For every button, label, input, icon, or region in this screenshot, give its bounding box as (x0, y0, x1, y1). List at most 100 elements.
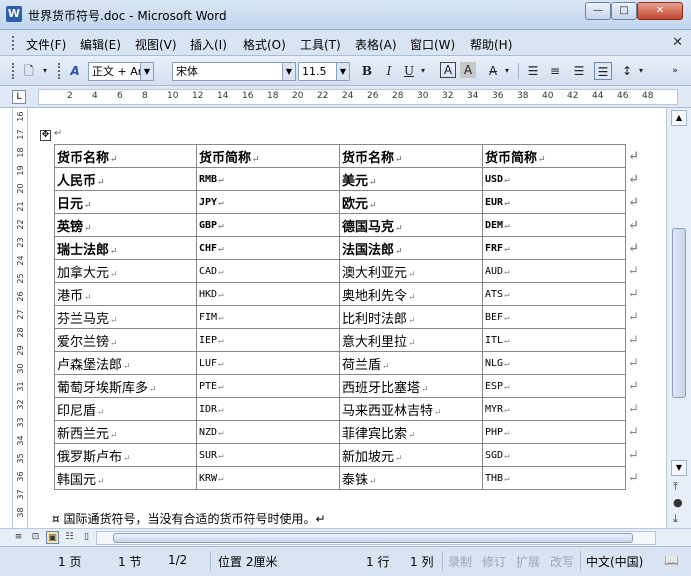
table-cell[interactable]: IDR↵ (196, 397, 340, 421)
table-cell[interactable]: USD↵ (482, 167, 626, 191)
table-cell[interactable]: ITL↵ (482, 328, 626, 352)
table-cell[interactable]: 比利时法郎↵ (339, 305, 483, 329)
horizontal-ruler[interactable]: 2 4 6 8 10 12 14 16 18 20 22 24 26 28 30 32 34 36 38 40 42 44… (38, 89, 678, 105)
minimize-button[interactable]: — (585, 2, 611, 20)
table-cell[interactable]: DEM↵ (482, 213, 626, 237)
underline-button[interactable]: U (400, 62, 418, 80)
table-row[interactable]: 韩国元↵ KRW↵ 泰铢↵ THB↵ ↵ (54, 466, 642, 490)
table-cell[interactable]: FIM↵ (196, 305, 340, 329)
new-document-icon[interactable]: 🗋 (20, 62, 38, 80)
table-row[interactable]: 加拿大元↵ CAD↵ 澳大利亚元↵ AUD↵ ↵ (54, 259, 642, 283)
table-cell[interactable]: HKD↵ (196, 282, 340, 306)
table-cell[interactable]: AUD↵ (482, 259, 626, 283)
bold-button[interactable]: B (358, 62, 376, 80)
align-center-icon[interactable]: ≡ (546, 62, 564, 80)
menu-help[interactable]: 帮助(H) (470, 36, 512, 53)
menu-file[interactable]: 文件(F) (26, 36, 66, 53)
close-document-icon[interactable]: ✕ (672, 35, 683, 50)
horizontal-scrollbar[interactable] (96, 531, 656, 545)
table-row[interactable]: 新西兰元↵ NZD↵ 菲律宾比索↵ PHP↵ ↵ (54, 420, 642, 444)
char-scale-icon[interactable]: A̶ (484, 62, 502, 80)
menu-format[interactable]: 格式(O) (243, 36, 286, 53)
scroll-down-icon[interactable]: ▼ (671, 460, 687, 476)
document-page[interactable]: ✥ ↵ 货币名称↵ 货币简称↵ 货币名称↵ 货币简称↵ ↵ 人民币↵ RMB↵ 美元↵ USD↵… (28, 108, 666, 528)
toolbar-overflow-icon[interactable]: » (668, 62, 682, 80)
table-cell[interactable]: 印尼盾↵ (54, 397, 197, 421)
table-cell[interactable]: 马来西亚林吉特↵ (339, 397, 483, 421)
toolbar-options-icon[interactable]: ▾ (40, 62, 50, 80)
previous-page-icon[interactable]: ⤒ (673, 480, 678, 494)
table-cell[interactable]: 港币↵ (54, 282, 197, 306)
font-size-combo[interactable]: 11.5 ▼ (298, 62, 350, 81)
toolbar-grip-2[interactable] (58, 63, 62, 79)
table-move-handle-icon[interactable]: ✥ (40, 130, 51, 141)
table-row[interactable]: 人民币↵ RMB↵ 美元↵ USD↵ ↵ (54, 167, 642, 191)
table-cell[interactable]: NZD↵ (196, 420, 340, 444)
chevron-down-icon[interactable]: ▼ (336, 63, 349, 80)
table-cell[interactable]: SGD↵ (482, 443, 626, 467)
status-track-changes[interactable]: 修订 (482, 553, 506, 570)
table-cell[interactable]: ESP↵ (482, 374, 626, 398)
table-cell[interactable]: EUR↵ (482, 190, 626, 214)
table-cell[interactable]: 法国法郎↵ (339, 236, 483, 260)
align-left-icon[interactable]: ☰ (524, 62, 542, 80)
table-cell[interactable]: 新加坡元↵ (339, 443, 483, 467)
table-row[interactable]: 爱尔兰镑↵ IEP↵ 意大利里拉↵ ITL↵ ↵ (54, 328, 642, 352)
table-cell[interactable]: 荷兰盾↵ (339, 351, 483, 375)
table-cell[interactable]: CHF↵ (196, 236, 340, 260)
currency-table[interactable]: 货币名称↵ 货币简称↵ 货币名称↵ 货币简称↵ ↵ 人民币↵ RMB↵ 美元↵ USD↵ ↵ 日元↵… (54, 144, 642, 490)
table-cell[interactable]: 日元↵ (54, 190, 197, 214)
outline-view-icon[interactable]: ☷ (63, 531, 76, 544)
table-cell[interactable]: 德国马克↵ (339, 213, 483, 237)
table-cell[interactable]: GBP↵ (196, 213, 340, 237)
table-cell[interactable]: BEF↵ (482, 305, 626, 329)
horizontal-scroll-thumb[interactable] (113, 533, 633, 543)
underline-options-icon[interactable]: ▾ (418, 62, 428, 80)
browse-object-icon[interactable]: ● (673, 496, 683, 509)
table-cell[interactable]: 俄罗斯卢布↵ (54, 443, 197, 467)
table-cell[interactable]: KRW↵ (196, 466, 340, 490)
table-row[interactable]: 葡萄牙埃斯库多↵ PTE↵ 西班牙比塞塔↵ ESP↵ ↵ (54, 374, 642, 398)
status-language[interactable]: 中文(中国) (586, 553, 643, 570)
table-cell[interactable]: 韩国元↵ (54, 466, 197, 490)
table-cell[interactable]: 芬兰马克↵ (54, 305, 197, 329)
table-header-row[interactable]: 货币名称↵ 货币简称↵ 货币名称↵ 货币简称↵ ↵ (54, 144, 642, 168)
table-cell[interactable]: 美元↵ (339, 167, 483, 191)
maximize-button[interactable]: □ (611, 2, 637, 20)
char-shading-icon[interactable]: A (460, 62, 476, 78)
table-cell[interactable]: MYR↵ (482, 397, 626, 421)
table-cell[interactable]: 爱尔兰镑↵ (54, 328, 197, 352)
menu-tools[interactable]: 工具(T) (300, 36, 341, 53)
web-view-icon[interactable]: ⊡ (29, 531, 42, 544)
table-row[interactable]: 瑞士法郎↵ CHF↵ 法国法郎↵ FRF↵ ↵ (54, 236, 642, 260)
table-cell[interactable]: 货币名称↵ (339, 144, 483, 168)
char-scale-options-icon[interactable]: ▾ (502, 62, 512, 80)
italic-button[interactable]: I (380, 62, 398, 80)
table-cell[interactable]: 卢森堡法郎↵ (54, 351, 197, 375)
table-cell[interactable]: CAD↵ (196, 259, 340, 283)
table-row[interactable]: 俄罗斯卢布↵ SUR↵ 新加坡元↵ SGD↵ ↵ (54, 443, 642, 467)
table-cell[interactable]: FRF↵ (482, 236, 626, 260)
table-row[interactable]: 卢森堡法郎↵ LUF↵ 荷兰盾↵ NLG↵ ↵ (54, 351, 642, 375)
table-cell[interactable]: JPY↵ (196, 190, 340, 214)
menu-view[interactable]: 视图(V) (135, 36, 177, 53)
table-cell[interactable]: 欧元↵ (339, 190, 483, 214)
table-cell[interactable]: 奥地利先令↵ (339, 282, 483, 306)
table-row[interactable]: 英镑↵ GBP↵ 德国马克↵ DEM↵ ↵ (54, 213, 642, 237)
scroll-up-icon[interactable]: ▲ (671, 110, 687, 126)
table-cell[interactable]: 货币简称↵ (482, 144, 626, 168)
table-cell[interactable]: 货币简称↵ (196, 144, 340, 168)
table-cell[interactable]: 西班牙比塞塔↵ (339, 374, 483, 398)
table-cell[interactable]: ATS↵ (482, 282, 626, 306)
align-right-icon[interactable]: ☰ (570, 62, 588, 80)
table-cell[interactable]: 泰铢↵ (339, 466, 483, 490)
table-row[interactable]: 芬兰马克↵ FIM↵ 比利时法郎↵ BEF↵ ↵ (54, 305, 642, 329)
table-cell[interactable]: NLG↵ (482, 351, 626, 375)
word-app-icon[interactable]: W (6, 6, 22, 22)
table-cell[interactable]: 人民币↵ (54, 167, 197, 191)
vertical-ruler[interactable]: 16 17 18 19 20 21 22 23 24 25 26 27 28 29 30 31 32 33 34 35… (12, 108, 28, 528)
table-cell[interactable]: 意大利里拉↵ (339, 328, 483, 352)
reading-view-icon[interactable]: ▯ (80, 531, 93, 544)
table-cell[interactable]: 葡萄牙埃斯库多↵ (54, 374, 197, 398)
style-combo[interactable]: 正文 + Aria ▼ (88, 62, 154, 81)
